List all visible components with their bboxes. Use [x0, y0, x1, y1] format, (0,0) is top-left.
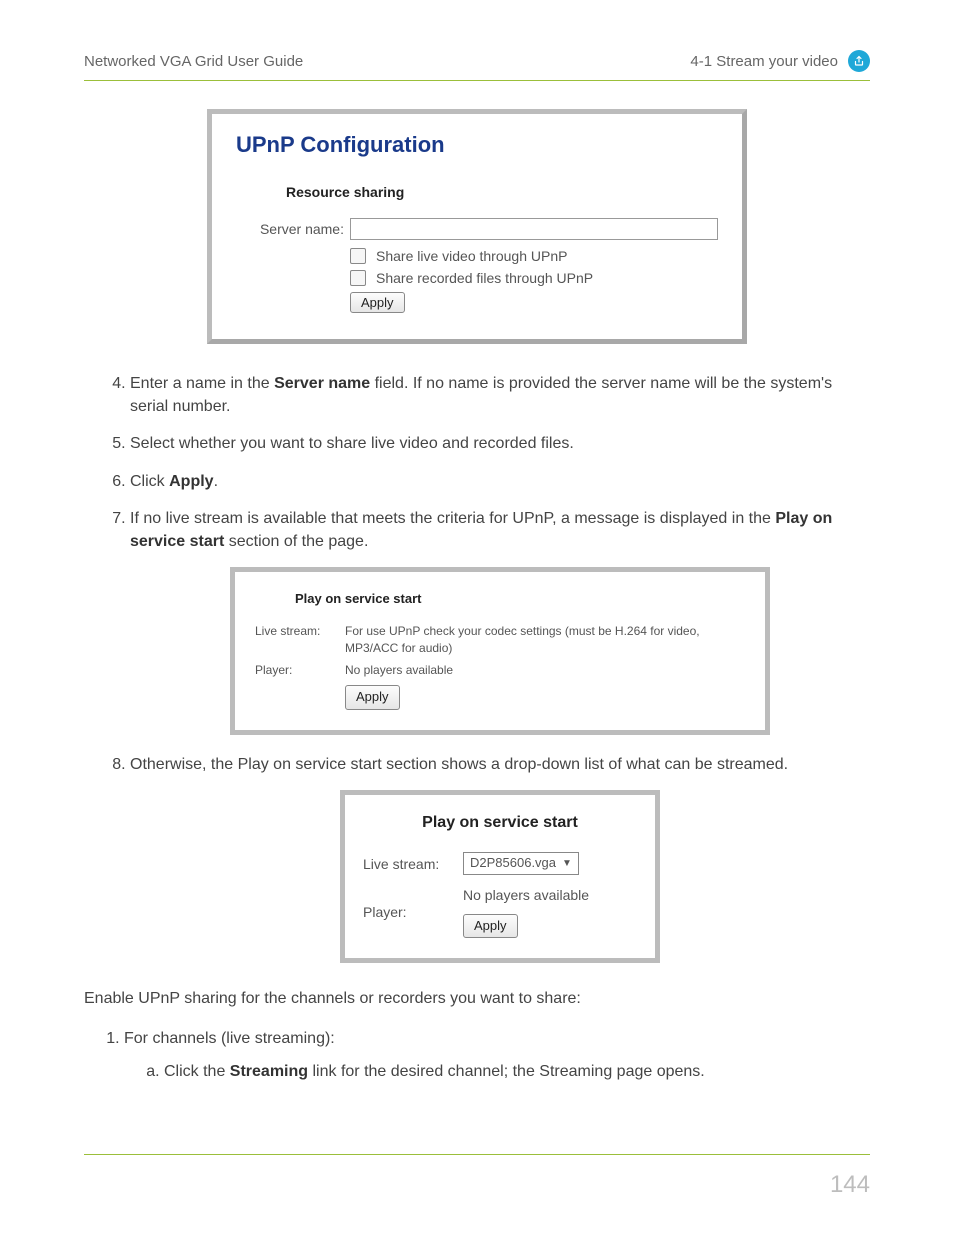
step-6-bold: Apply [169, 473, 213, 490]
channels-sub-a: Click the Streaming link for the desired… [164, 1060, 870, 1083]
live-stream-selected-value: D2P85606.vga [470, 854, 556, 873]
step-7-text-a: If no live stream is available that meet… [130, 510, 775, 527]
play-on-start-dropdown-screenshot: Play on service start Live stream: D2P85… [340, 790, 660, 963]
share-live-checkbox[interactable] [350, 248, 366, 264]
share-icon [848, 50, 870, 72]
page-header: Networked VGA Grid User Guide 4-1 Stream… [84, 50, 870, 81]
instruction-list: Enter a name in the Server name field. I… [84, 372, 870, 963]
channels-sublist: Click the Streaming link for the desired… [124, 1060, 870, 1083]
step-4-bold: Server name [274, 375, 370, 392]
step-7-text-c: section of the page. [224, 533, 368, 550]
sub-a-text-a: Click the [164, 1063, 230, 1080]
step-4: Enter a name in the Server name field. I… [130, 372, 870, 418]
step-5: Select whether you want to share live vi… [130, 432, 870, 455]
player-label: Player: [255, 662, 345, 710]
sub-a-bold: Streaming [230, 1063, 308, 1080]
step-6-text-c: . [214, 473, 218, 490]
chevron-down-icon: ▼ [562, 857, 572, 872]
channels-item: For channels (live streaming): Click the… [124, 1027, 870, 1083]
footer-divider [84, 1154, 870, 1155]
step-8: Otherwise, the Play on service start sec… [130, 753, 870, 963]
step-8-text: Otherwise, the Play on service start sec… [130, 756, 788, 773]
share-recorded-checkbox[interactable] [350, 270, 366, 286]
server-name-label: Server name: [236, 221, 350, 237]
upnp-config-screenshot: UPnP Configuration Resource sharing Serv… [207, 109, 747, 344]
apply-button[interactable]: Apply [350, 292, 405, 313]
page-number: 144 [830, 1171, 870, 1199]
step-6-text-a: Click [130, 473, 169, 490]
play-on-start-error-screenshot: Play on service start Live stream: For u… [230, 567, 770, 735]
share-recorded-label: Share recorded files through UPnP [376, 270, 593, 286]
step-7: If no live stream is available that meet… [130, 507, 870, 735]
live-stream-select[interactable]: D2P85606.vga ▼ [463, 852, 579, 875]
enable-upnp-list: For channels (live streaming): Click the… [84, 1027, 870, 1083]
server-name-input[interactable] [350, 218, 718, 240]
share-live-label: Share live video through UPnP [376, 248, 567, 264]
enable-upnp-intro: Enable UPnP sharing for the channels or … [84, 987, 870, 1010]
player-message: No players available [345, 662, 745, 679]
resource-sharing-heading: Resource sharing [286, 184, 718, 200]
player-message: No players available [463, 885, 637, 905]
upnp-config-title: UPnP Configuration [236, 132, 718, 158]
live-stream-label: Live stream: [363, 854, 463, 874]
sub-a-text-c: link for the desired channel; the Stream… [308, 1063, 705, 1080]
apply-button[interactable]: Apply [463, 914, 518, 939]
live-stream-label: Live stream: [255, 623, 345, 658]
channels-item-text: For channels (live streaming): [124, 1030, 335, 1047]
play-on-start-title: Play on service start [363, 811, 637, 834]
step-6: Click Apply. [130, 470, 870, 493]
step-4-text-a: Enter a name in the [130, 375, 274, 392]
header-section-label: 4-1 Stream your video [690, 53, 838, 70]
header-right: 4-1 Stream your video [690, 50, 870, 72]
header-left: Networked VGA Grid User Guide [84, 53, 303, 70]
player-label: Player: [363, 902, 463, 922]
live-stream-message: For use UPnP check your codec settings (… [345, 623, 745, 658]
apply-button[interactable]: Apply [345, 685, 400, 710]
play-on-start-title: Play on service start [295, 590, 745, 609]
